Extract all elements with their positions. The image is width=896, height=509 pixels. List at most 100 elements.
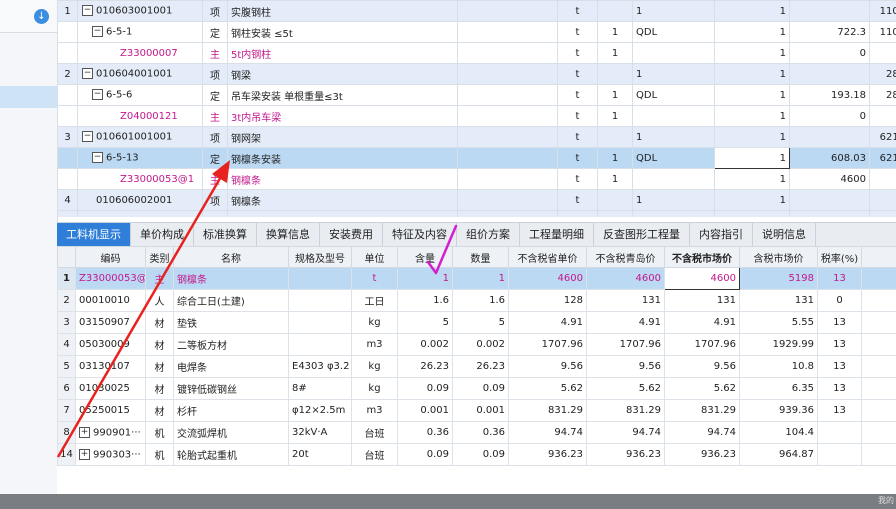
cell-content[interactable]: 0.09 [397, 377, 453, 400]
material-row[interactable]: 3 03150907 材 垫铁 kg 5 5 4.91 4.91 4.91 5.55 13 [57, 311, 896, 334]
cell-content[interactable]: 26.23 [397, 355, 453, 378]
cell-qty: 1.6 [452, 289, 509, 312]
bill-row[interactable]: Z33000007 主 5t内钢柱 t 1 1 0 [57, 42, 896, 64]
material-row[interactable]: 4 05030009 材 二等板方材 m3 0.002 0.002 1707.96 1707.9… [57, 333, 896, 356]
left-selected-item[interactable] [0, 86, 57, 108]
cell-mkt[interactable]: 9.56 [664, 355, 740, 378]
column-header[interactable]: 不含税青岛价 [586, 246, 665, 268]
column-header[interactable]: 含量 [397, 246, 453, 268]
bill-row[interactable]: −6-5-13定钢檩条安装t1QDL1608.036216.476216 [57, 147, 896, 169]
material-row[interactable]: 5 03130107 材 电焊条 E4303 φ3.2 kg 26.23 26.23 9.56 9… [57, 355, 896, 378]
column-header[interactable]: 含税市场价 [739, 246, 818, 268]
status-bar: 我的 [0, 494, 896, 509]
bill-row[interactable]: 2−010604001001项钢梁t11281.42281 [57, 63, 896, 85]
tab-1[interactable]: 单价构成 [131, 223, 194, 247]
item-total-text: 281.42 [886, 68, 896, 80]
tab-7[interactable]: 工程量明细 [520, 223, 594, 247]
column-header[interactable]: 不含税省单价 [508, 246, 587, 268]
cell-content[interactable]: 0.36 [397, 421, 453, 444]
material-row[interactable]: 2 00010010 人 综合工日(土建) 工日 1.6 1.6 128 131 131 131 0 [57, 289, 896, 312]
cell-taxmkt-text: 10.8 [791, 361, 814, 372]
item-name: 钢梯 [227, 210, 458, 217]
material-row[interactable]: 6 01030025 材 镀锌低碳钢丝 8# kg 0.09 0.09 5.62 5.62 5.62… [57, 377, 896, 400]
tab-0[interactable]: 工料机显示 [57, 223, 131, 247]
tab-9[interactable]: 内容指引 [690, 223, 753, 247]
download-icon[interactable]: ↓ [34, 9, 49, 24]
expand-icon[interactable]: + [79, 448, 90, 460]
column-header[interactable]: 名称 [173, 246, 289, 268]
column-header[interactable]: 类别 [145, 246, 174, 268]
tab-10[interactable]: 说明信息 [753, 223, 816, 247]
column-header[interactable]: 规格及型号 [288, 246, 352, 268]
column-header[interactable]: 不含税市场价 [664, 246, 740, 268]
cell-qty-text: 0.001 [476, 405, 505, 416]
cell-mkt[interactable]: 1707.96 [664, 333, 740, 356]
tab-3[interactable]: 换算信息 [257, 223, 320, 247]
cell-mkt[interactable]: 831.29 [664, 399, 740, 422]
collapse-icon[interactable]: − [82, 5, 93, 17]
item-code-text: 010606002001 [96, 194, 173, 206]
collapse-icon[interactable]: − [82, 68, 93, 80]
tab-6[interactable]: 组价方案 [457, 223, 520, 247]
bill-row[interactable]: −6-5-1定钢柱安装 ≤5tt1QDL1722.31106.131106 [57, 21, 896, 43]
cell-taxmkt: 5.55 [739, 311, 818, 334]
cell-mkt[interactable]: 94.74 [664, 421, 740, 444]
bill-row[interactable]: 1−010603001001项实腹钢柱t111106.131106 [57, 0, 896, 22]
cell-content[interactable]: 5 [397, 311, 453, 334]
cell-content[interactable]: 1 [397, 267, 453, 290]
item-amount-text: 1 [779, 194, 786, 206]
column-header[interactable]: 数量 [452, 246, 509, 268]
cell-content-text: 0.09 [426, 383, 449, 394]
column-header[interactable]: 单位 [351, 246, 398, 268]
tab-8[interactable]: 反查图形工程量 [594, 223, 690, 247]
item-type: 项 [202, 189, 228, 211]
material-row[interactable]: 8 +990901··· 机 交流弧焊机 32kV·A 台班 0.36 0.36 94.74 94… [57, 421, 896, 444]
cell-mkt[interactable]: 936.23 [664, 443, 740, 466]
item-code-text: 010604001001 [96, 68, 173, 80]
bill-row[interactable]: Z04000121 主 3t内吊车梁 t 1 1 0 [57, 105, 896, 127]
bill-row[interactable]: 4 010606002001 项钢檩条 t 1 1 0 [57, 189, 896, 211]
tab-2[interactable]: 标准换算 [194, 223, 257, 247]
cell-unit: m3 [351, 333, 398, 356]
column-header[interactable]: 编码 [75, 246, 146, 268]
item-price-text: 722.3 [837, 26, 866, 38]
expand-icon[interactable]: + [79, 426, 90, 438]
item-amount: 1 [714, 147, 790, 169]
cell-content[interactable]: 1.6 [397, 289, 453, 312]
cell-content[interactable]: 0.09 [397, 443, 453, 466]
cell-mkt[interactable]: 4600 [664, 267, 740, 290]
item-amount: 1 [714, 84, 790, 106]
cell-mkt[interactable]: 5.62 [664, 377, 740, 400]
item-code-text: 6-5-13 [106, 152, 139, 164]
cell-code: 03130107 [75, 355, 146, 378]
collapse-icon[interactable]: − [82, 131, 93, 143]
item-unit-text: t [575, 47, 580, 59]
material-row[interactable]: 7 05250015 材 杉杆 φ12×2.5m m3 0.001 0.001 831.29 83… [57, 399, 896, 422]
cell-content[interactable]: 0.001 [397, 399, 453, 422]
collapse-icon[interactable]: − [92, 26, 103, 38]
item-spec [457, 168, 558, 190]
collapse-icon[interactable]: − [92, 89, 103, 101]
item-qdl: 1 [632, 63, 715, 85]
tab-5[interactable]: 特征及内容 [383, 223, 457, 247]
cell-extra [861, 311, 896, 334]
cell-code-text: 01030025 [79, 383, 130, 394]
item-name-text: 3t内吊车梁 [231, 112, 282, 124]
cell-content[interactable]: 0.002 [397, 333, 453, 356]
cell-code-text: 05030009 [79, 339, 130, 350]
cell-mkt[interactable]: 131 [664, 289, 740, 312]
cell-prov: 1707.96 [508, 333, 587, 356]
bill-row[interactable]: −6-5-6定吊车梁安装 单根重量≤3tt1QDL1193.18281.4228… [57, 84, 896, 106]
collapse-icon[interactable]: − [92, 152, 103, 164]
item-type: 项 [202, 126, 228, 148]
material-row[interactable]: 1Z33000053@1主钢檩条t11460046004600519813 [57, 267, 896, 290]
cell-rate-text: 0 [836, 295, 843, 306]
bill-row[interactable]: 5 010606000001 项钢梯 t 1 1 [57, 210, 896, 217]
bill-row[interactable]: 3−010601001001项钢网架t116216.476216 [57, 126, 896, 148]
column-header[interactable]: 税率(%) [817, 246, 862, 268]
material-row[interactable]: 14 +990303··· 机 轮胎式起重机 20t 台班 0.09 0.09 936.23 93… [57, 443, 896, 466]
tab-4[interactable]: 安装费用 [320, 223, 383, 247]
cell-mkt[interactable]: 4.91 [664, 311, 740, 334]
cell-spec-text: E4303 φ3.2 [292, 361, 350, 372]
bill-row[interactable]: Z33000053@1 主钢檩条 t 1 1 4600 [57, 168, 896, 190]
